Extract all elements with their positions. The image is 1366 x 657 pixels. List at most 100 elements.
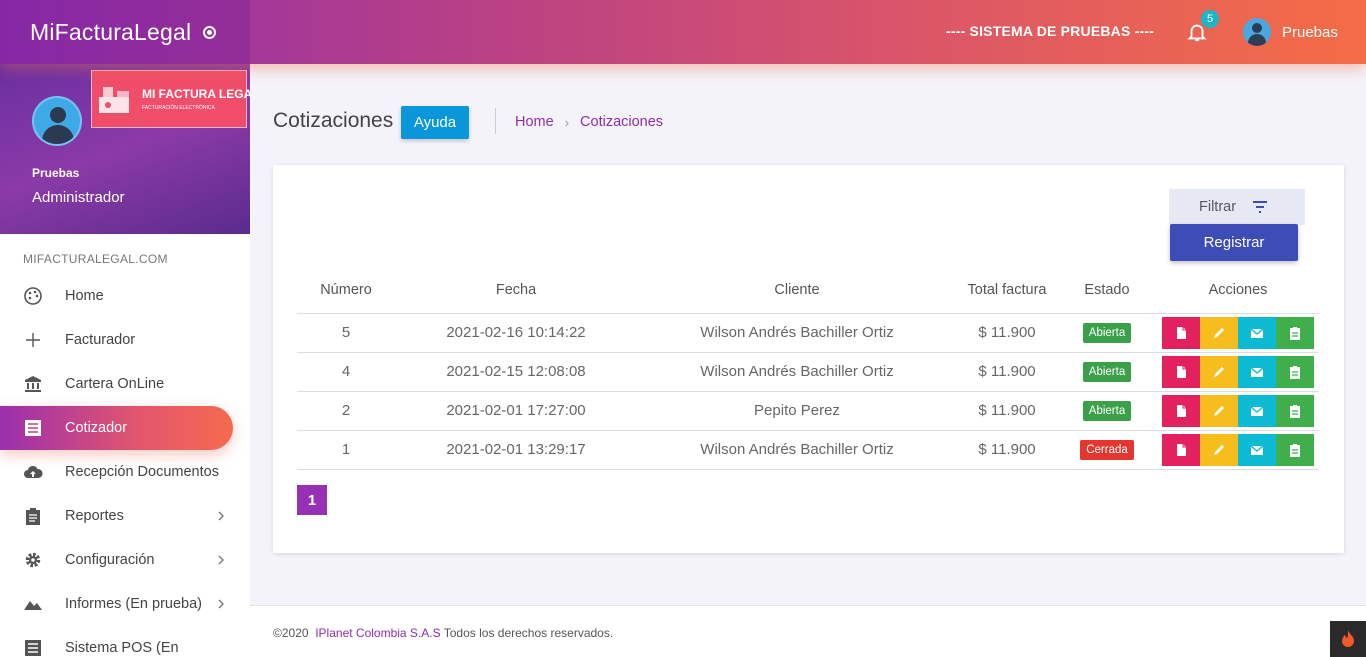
email-button[interactable] xyxy=(1238,433,1276,466)
cell-fecha: 2021-02-16 10:14:22 xyxy=(395,313,637,353)
brand-name: MiFacturaLegal xyxy=(30,18,192,45)
breadcrumb-home[interactable]: Home xyxy=(515,114,554,130)
cell-cliente: Wilson Andrés Bachiller Ortiz xyxy=(637,313,957,353)
mail-icon xyxy=(1250,365,1264,379)
sidebar-item-pos[interactable]: Sistema POS (En xyxy=(0,626,250,657)
pencil-icon xyxy=(1212,404,1226,418)
chevron-right-icon: › xyxy=(564,114,570,130)
page-title: Cotizaciones xyxy=(273,109,394,132)
row-actions xyxy=(1157,433,1319,466)
avatar xyxy=(1243,18,1271,46)
edit-button[interactable] xyxy=(1200,316,1238,349)
company-logo: MI FACTURA LEGAL FACTURACIÓN ELECTRÓNICA xyxy=(91,70,250,128)
sidebar-item-cartera[interactable]: Cartera OnLine xyxy=(0,362,250,406)
logo-subtitle: FACTURACIÓN ELECTRÓNICA xyxy=(142,105,215,111)
cell-numero: 5 xyxy=(297,313,395,353)
column-header[interactable]: Número xyxy=(297,267,395,314)
table-row: 4 2021-02-15 12:08:08 Wilson Andrés Bachil… xyxy=(297,352,1319,392)
sidebar-item-recepcion[interactable]: Recepción Documentos xyxy=(0,450,250,494)
logo-title: MI FACTURA LEGAL xyxy=(142,87,250,101)
row-actions xyxy=(1157,316,1319,349)
table-row: 2 2021-02-01 17:27:00 Pepito Perez $ 11.900… xyxy=(297,391,1319,431)
sidebar-item-home[interactable]: Home xyxy=(0,274,250,318)
view-document-button[interactable] xyxy=(1162,394,1200,427)
column-header[interactable]: Cliente xyxy=(637,267,957,314)
profile-role: Administrador xyxy=(32,189,125,206)
radio-icon[interactable] xyxy=(203,25,217,39)
email-button[interactable] xyxy=(1238,394,1276,427)
cell-numero: 2 xyxy=(297,391,395,431)
convert-button[interactable] xyxy=(1276,355,1314,388)
cell-fecha: 2021-02-01 13:29:17 xyxy=(395,430,637,470)
gear-icon xyxy=(23,550,43,570)
cell-acciones xyxy=(1157,352,1319,392)
column-header[interactable]: Estado xyxy=(1057,267,1157,314)
profile-name: Pruebas xyxy=(32,166,80,180)
edit-button[interactable] xyxy=(1200,355,1238,388)
cell-estado: Abierta xyxy=(1057,391,1157,431)
fire-icon[interactable] xyxy=(1330,621,1366,657)
cell-acciones xyxy=(1157,313,1319,353)
row-actions xyxy=(1157,355,1319,388)
cell-estado: Cerrada xyxy=(1057,430,1157,470)
pencil-icon xyxy=(1212,326,1226,340)
register-button[interactable]: Registrar xyxy=(1170,224,1298,261)
sidebar-item-reportes[interactable]: Reportes xyxy=(0,494,250,538)
clipboard-icon xyxy=(1288,404,1302,418)
column-header[interactable]: Total factura xyxy=(957,267,1057,314)
edit-button[interactable] xyxy=(1200,433,1238,466)
edit-button[interactable] xyxy=(1200,394,1238,427)
cell-numero: 1 xyxy=(297,430,395,470)
convert-button[interactable] xyxy=(1276,316,1314,349)
mail-icon xyxy=(1250,404,1264,418)
email-button[interactable] xyxy=(1238,316,1276,349)
sidebar-item-facturador[interactable]: Facturador xyxy=(0,318,250,362)
cell-fecha: 2021-02-15 12:08:08 xyxy=(395,352,637,392)
help-button[interactable]: Ayuda xyxy=(401,106,469,139)
breadcrumb-current[interactable]: Cotizaciones xyxy=(580,114,663,130)
sidebar-item-configuracion[interactable]: Configuración xyxy=(0,538,250,582)
quotes-table: Número Fecha Cliente Total factura Estad… xyxy=(297,267,1319,470)
clipboard-icon xyxy=(1288,365,1302,379)
quotes-card: Filtrar Registrar Número Fecha Cliente T… xyxy=(273,165,1344,553)
document-icon xyxy=(1174,326,1188,340)
cell-cliente: Pepito Perez xyxy=(637,391,957,431)
sidebar-item-label: Home xyxy=(65,288,104,304)
cell-numero: 4 xyxy=(297,352,395,392)
sidebar-item-informes[interactable]: Informes (En prueba) xyxy=(0,582,250,626)
cloud-upload-icon xyxy=(23,462,43,482)
copyright: ©2020 xyxy=(273,626,309,640)
profile-avatar xyxy=(32,96,82,146)
view-document-button[interactable] xyxy=(1162,355,1200,388)
brand[interactable]: MiFacturaLegal xyxy=(0,0,250,64)
chevron-right-icon xyxy=(218,555,224,565)
table-row: 1 2021-02-01 13:29:17 Wilson Andrés Bachil… xyxy=(297,430,1319,470)
sidebar-item-cotizador[interactable]: Cotizador xyxy=(0,406,233,450)
bank-icon xyxy=(23,374,43,394)
cell-total: $ 11.900 xyxy=(957,352,1057,392)
list-icon xyxy=(23,418,43,438)
notification-badge[interactable]: 5 xyxy=(1201,10,1219,28)
cell-estado: Abierta xyxy=(1057,313,1157,353)
company-link[interactable]: IPlanet Colombia S.A.S xyxy=(315,626,440,640)
sidebar-item-label: Configuración xyxy=(65,552,155,568)
document-icon xyxy=(1174,365,1188,379)
email-button[interactable] xyxy=(1238,355,1276,388)
cell-estado: Abierta xyxy=(1057,352,1157,392)
status-badge: Abierta xyxy=(1082,361,1132,382)
divider xyxy=(495,108,496,134)
convert-button[interactable] xyxy=(1276,394,1314,427)
column-header: Acciones xyxy=(1157,267,1319,314)
filter-button[interactable]: Filtrar xyxy=(1169,189,1305,225)
user-menu[interactable]: Pruebas xyxy=(1243,18,1338,46)
cell-cliente: Wilson Andrés Bachiller Ortiz xyxy=(637,352,957,392)
convert-button[interactable] xyxy=(1276,433,1314,466)
cell-total: $ 11.900 xyxy=(957,313,1057,353)
column-header[interactable]: Fecha xyxy=(395,267,637,314)
mail-icon xyxy=(1250,326,1264,340)
sidebar: MI FACTURA LEGAL FACTURACIÓN ELECTRÓNICA… xyxy=(0,64,250,657)
pagination-page[interactable]: 1 xyxy=(297,485,327,515)
view-document-button[interactable] xyxy=(1162,316,1200,349)
view-document-button[interactable] xyxy=(1162,433,1200,466)
table-header-row: Número Fecha Cliente Total factura Estad… xyxy=(297,267,1319,314)
